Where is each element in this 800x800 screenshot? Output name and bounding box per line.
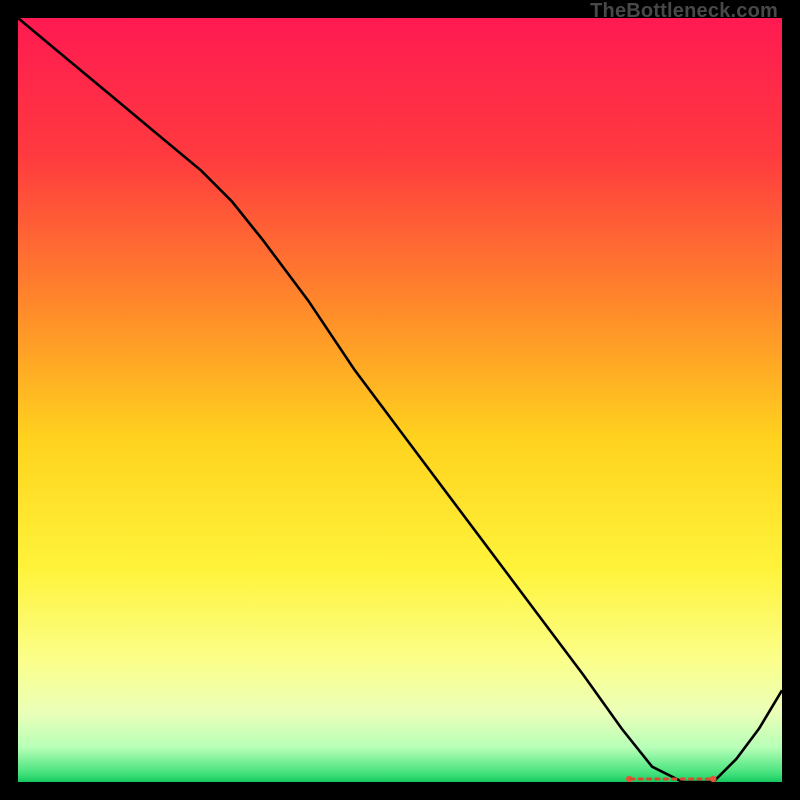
watermark-text: TheBottleneck.com	[590, 0, 778, 23]
bottleneck-chart	[18, 18, 782, 782]
chart-frame	[18, 18, 782, 782]
gradient-background	[18, 18, 782, 782]
